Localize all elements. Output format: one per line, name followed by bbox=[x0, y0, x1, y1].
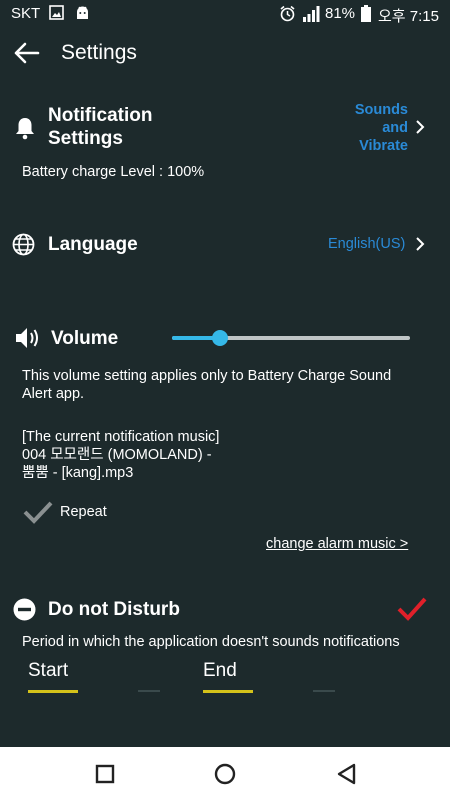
recent-apps-icon bbox=[95, 764, 115, 784]
start-label: Start bbox=[28, 660, 69, 681]
notification-title-line2: Settings bbox=[48, 128, 123, 149]
volume-description-line2: Alert app. bbox=[22, 386, 85, 402]
repeat-checkbox[interactable] bbox=[22, 500, 54, 529]
current-music-label: [The current notification music] bbox=[22, 429, 220, 445]
language-value[interactable]: English(US) bbox=[328, 236, 405, 252]
carrier-label: SKT bbox=[11, 5, 41, 22]
speaker-icon bbox=[14, 325, 42, 356]
current-music-info: [The current notification music] 004 모모랜… bbox=[22, 428, 219, 482]
chevron-right-icon[interactable] bbox=[415, 120, 425, 134]
globe-icon bbox=[12, 233, 35, 261]
sounds-vibrate-line2: and bbox=[382, 120, 408, 136]
do-not-disturb-checkbox[interactable] bbox=[396, 596, 428, 627]
back-icon bbox=[337, 763, 356, 785]
back-button[interactable] bbox=[10, 38, 46, 68]
notification-settings-item[interactable]: Notification Settings bbox=[48, 104, 153, 150]
page-title: Settings bbox=[61, 41, 137, 64]
navigation-bar bbox=[0, 747, 450, 800]
battery-percent: 81% bbox=[325, 5, 356, 22]
start-time-ampm[interactable] bbox=[138, 690, 160, 692]
do-not-disturb-description: Period in which the application doesn't … bbox=[22, 634, 400, 650]
app-bar: Settings bbox=[0, 28, 450, 80]
recent-apps-button[interactable] bbox=[92, 761, 118, 787]
battery-level-text: Battery charge Level : 100% bbox=[22, 164, 205, 180]
volume-title: Volume bbox=[51, 328, 119, 349]
gallery-icon bbox=[49, 5, 64, 24]
music-name-line1: 004 모모랜드 (MOMOLAND) - bbox=[22, 447, 212, 463]
checkmark-icon bbox=[23, 501, 53, 524]
language-title[interactable]: Language bbox=[48, 233, 138, 256]
notification-title-line1: Notification bbox=[48, 105, 153, 126]
checkmark-icon bbox=[397, 597, 427, 621]
sounds-vibrate-line1: Sounds bbox=[354, 102, 408, 118]
volume-slider-thumb[interactable] bbox=[211, 330, 228, 346]
repeat-label[interactable]: Repeat bbox=[60, 503, 107, 521]
chevron-right-icon[interactable] bbox=[415, 237, 425, 251]
volume-slider-track[interactable] bbox=[172, 336, 410, 340]
end-label: End bbox=[203, 660, 237, 681]
end-time-value[interactable] bbox=[203, 690, 253, 693]
signal-icon bbox=[303, 5, 321, 26]
alarm-icon bbox=[279, 5, 296, 26]
sounds-vibrate-link[interactable]: Sounds and Vibrate bbox=[330, 101, 408, 155]
android-icon bbox=[75, 5, 90, 24]
bell-icon bbox=[14, 116, 36, 145]
start-time-value[interactable] bbox=[28, 690, 78, 693]
end-time-ampm[interactable] bbox=[313, 690, 335, 692]
do-not-disturb-title: Do not Disturb bbox=[48, 599, 180, 620]
minus-circle-icon bbox=[13, 598, 36, 626]
music-name-line2: 뿜뿜 - [kang].mp3 bbox=[22, 465, 134, 481]
system-back-button[interactable] bbox=[334, 761, 360, 787]
home-button[interactable] bbox=[212, 761, 238, 787]
change-alarm-music-link[interactable]: change alarm music > bbox=[266, 535, 408, 553]
arrow-left-icon bbox=[14, 42, 40, 64]
clock: 오후 7:15 bbox=[378, 8, 439, 25]
sounds-vibrate-line3: Vibrate bbox=[359, 138, 408, 154]
battery-icon bbox=[361, 5, 371, 26]
status-bar: SKT 81% 오후 7:15 bbox=[0, 0, 450, 28]
volume-description-line1: This volume setting applies only to Batt… bbox=[22, 368, 392, 384]
home-icon bbox=[214, 763, 236, 785]
volume-description: This volume setting applies only to Batt… bbox=[22, 367, 391, 403]
